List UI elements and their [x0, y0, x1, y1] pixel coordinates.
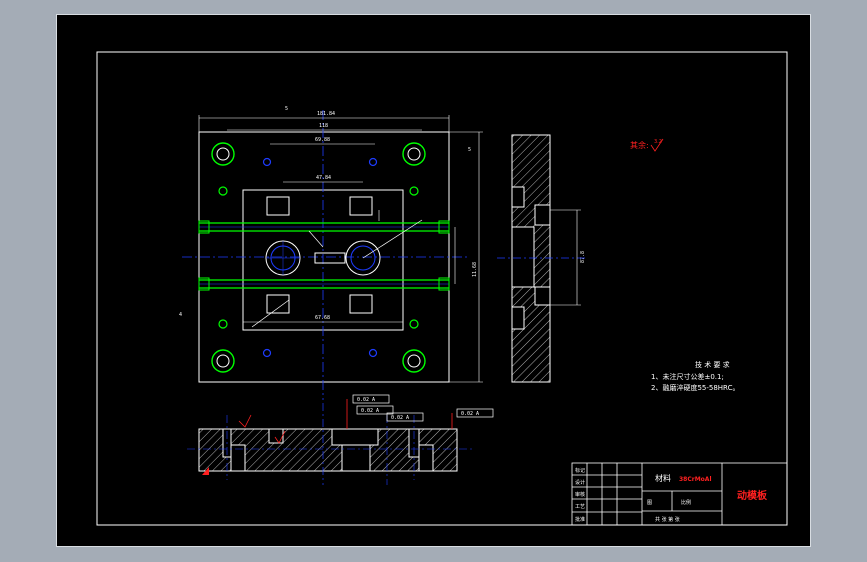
tech-req-title: 技 术 要 求	[695, 360, 730, 369]
part-name: 动模板	[737, 489, 768, 502]
sheet-label: 共 张 第 张	[655, 516, 680, 523]
gdt-frame-3: 0.02 A	[386, 412, 424, 422]
svg-text:0.02 A: 0.02 A	[391, 415, 409, 421]
dim-height-right: 11.68	[472, 262, 478, 277]
dim-inner-mid: 47.84	[316, 175, 331, 181]
side-view	[497, 134, 587, 383]
svg-text:0.02 A: 0.02 A	[461, 411, 479, 417]
plan-view	[182, 110, 483, 400]
dimension-lines	[198, 115, 483, 383]
dim-overall-width: 181.84	[317, 111, 335, 117]
tech-req-1: 1、未注尺寸公差±0.1;	[651, 372, 724, 381]
section-view	[187, 403, 472, 485]
row-label-3: 审核	[575, 491, 585, 498]
dim-side-height: 87.8	[580, 251, 586, 263]
row-label-1: 标记	[575, 467, 585, 474]
gdt-frame-1: 0.02 A	[352, 394, 390, 404]
scale-label: 图	[647, 500, 652, 506]
row-label-2: 设计	[575, 479, 585, 486]
guide-bush-tr	[402, 142, 426, 166]
tech-req-2: 2、融磨淬硬度55-58HRC。	[651, 383, 739, 392]
dim-top-small: 5	[468, 147, 471, 153]
dim-inner-top: 69.88	[315, 137, 330, 143]
dim-bottom-width: 67.68	[315, 315, 330, 321]
row-label-4: 工艺	[575, 504, 585, 510]
cad-drawing-viewport[interactable]: 181.84 69.88 47.84 67.68 118 11.68 87.8 …	[56, 14, 811, 547]
guide-channel-bottom	[199, 279, 449, 289]
guide-bush-bl	[211, 349, 235, 373]
dim-left: 5	[285, 106, 288, 112]
guide-bush-tl	[211, 142, 235, 166]
cad-drawing-canvas: 181.84 69.88 47.84 67.68 118 11.68 87.8 …	[96, 51, 788, 526]
guide-bush-br	[402, 349, 426, 373]
svg-text:0.02 A: 0.02 A	[361, 408, 379, 414]
row-label-5: 批准	[575, 516, 585, 523]
roughness-mark-icon	[238, 414, 252, 428]
gdt-frame-4: 0.02 A	[456, 408, 494, 418]
material-label: 材料	[655, 473, 671, 483]
weight-label: 比例	[681, 499, 691, 506]
dim-slot-width: 118	[319, 123, 328, 129]
dim-left-small: 4	[179, 312, 182, 318]
material-value: 38CrMoAl	[679, 476, 712, 483]
svg-text:0.02 A: 0.02 A	[357, 397, 375, 403]
runner-left	[265, 240, 301, 276]
roughness-label: 其余:	[630, 140, 649, 150]
